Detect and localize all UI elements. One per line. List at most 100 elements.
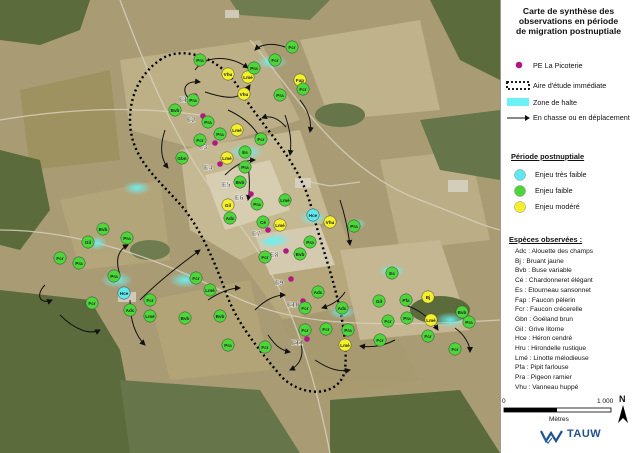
observation-code: Pra [189,98,197,103]
species-item: Hru : Hirondelle rustique [515,345,587,352]
turbine-label: E5 [222,182,231,189]
aerial-map: E1E2E3E4E5E6E7E8E9E10E11 FcrFcrPraVhuVhu… [0,0,500,453]
turbine-marker [248,191,254,197]
observation-marker: Fcr [421,329,435,343]
observation-code: Hce [309,213,318,218]
observation-marker: Bvb [96,222,110,236]
observation-marker: Gil [221,198,235,212]
turbine-label: E4 [204,165,213,172]
observation-marker: Pra [186,93,200,107]
observation-code: Pra [250,66,258,71]
observation-marker: Hce [117,286,131,300]
species-item: Vhu : Vanneau huppé [515,383,579,391]
observation-marker: Pra [462,315,476,329]
species-item: Pra : Pigeon ramier [515,374,572,382]
observation-code: Fcr [322,327,329,332]
observation-marker: Pra [213,127,227,141]
observation-marker: Fcr [254,132,268,146]
north-label: N [619,394,626,404]
observation-code: Pra [110,274,118,279]
observation-marker: Pra [250,197,264,211]
observation-marker: Bvb [178,311,192,325]
observation-code: Fcr [261,255,268,260]
observation-code: Fcr [192,276,199,281]
observation-marker: Lmé [424,313,438,327]
species-item: Gil : Grive litorne [515,325,565,333]
observation-marker: Pra [120,231,134,245]
observation-marker: Fcr [85,296,99,310]
observation-code: Fcr [424,334,431,339]
observation-code: Cé [260,220,266,225]
observation-marker: Adc [311,285,325,299]
legend-title-line-1: Carte de synthèse des [522,6,615,16]
observation-marker: Vhu [323,215,337,229]
observation-marker: Pra [193,53,207,67]
observation-marker: Lmé [338,338,352,352]
species-item: Fap : Faucon pèlerin [515,296,576,304]
observation-code: Pra [344,328,352,333]
turbine-label: E1 [179,97,188,104]
observation-marker: Bj [421,290,435,304]
observation-code: Vhu [224,72,233,77]
observation-marker: Pra [303,235,317,249]
observation-marker: Pra [347,219,361,233]
tauw-logo-icon [540,430,563,444]
period-heading: Période postnuptiale [511,152,585,161]
observation-marker: Gbn [175,151,189,165]
observation-marker: Lmé [278,193,292,207]
species-item: Gbn : Goéland brun [515,315,573,323]
turbine-label: E10 [287,302,300,309]
turbine-label: E6 [235,195,244,202]
observation-code: Pra [253,202,261,207]
observation-code: Lmé [205,288,215,293]
turbine-marker [288,276,294,282]
observation-marker: Fcr [298,301,312,315]
stopover-zone [258,236,282,248]
observation-code: Fcr [257,137,264,142]
observation-code: Fap [296,78,304,83]
turbine-marker [212,140,218,146]
observation-code: Bvb [296,252,305,257]
species-item: Fcr : Faucon crécerelle [515,306,583,314]
scale-unit: Mètres [549,416,569,423]
observation-marker: Lmé [230,123,244,137]
observation-marker: Pra [107,269,121,283]
observation-code: Bvb [216,314,225,319]
observation-code: Lmé [232,128,242,133]
legend-title-line-2: observations en période [518,16,619,26]
observation-code: Es [389,271,395,276]
observation-marker: Vhu [237,87,251,101]
observation-code: Lmé [340,343,350,348]
observation-marker: Pra [273,88,287,102]
study-area-legend-icon [506,81,530,90]
observation-marker: Pra [341,323,355,337]
observation-code: Fcr [376,338,383,343]
scale-start: 0 [502,398,506,405]
observation-marker: Adc [335,301,349,315]
observation-code: Gil [376,299,382,304]
species-item: Es : Etourneau sansonnet [515,286,591,294]
observation-marker: Fcr [143,293,157,307]
observation-code: Adc [126,308,135,313]
observation-marker: Gil [372,294,386,308]
observation-marker: Adc [123,303,137,317]
observation-marker: Fcr [258,250,272,264]
observation-code: Gil [85,240,91,245]
observation-code: Pra [204,120,212,125]
species-item: Hce : Héron cendré [515,335,573,343]
observation-marker: Lmé [143,309,157,323]
observation-code: Bvb [458,310,467,315]
turbine-label: E7 [252,231,261,238]
observation-marker: Bvb [213,309,227,323]
observation-code: Adc [226,216,235,221]
legend-item-turbines: PE La Picoterie [533,61,583,70]
observation-marker: Fcr [268,53,282,67]
observation-code: Pra [276,93,284,98]
observation-code: Bvb [236,180,245,185]
observation-marker: Fcr [448,342,462,356]
observation-code: Pfa [402,298,410,303]
observation-marker: Bvb [293,247,307,261]
observation-code: Pra [75,261,83,266]
observation-code: Pra [123,236,131,241]
legend-panel: Carte de synthèse des observations en pé… [500,0,635,453]
